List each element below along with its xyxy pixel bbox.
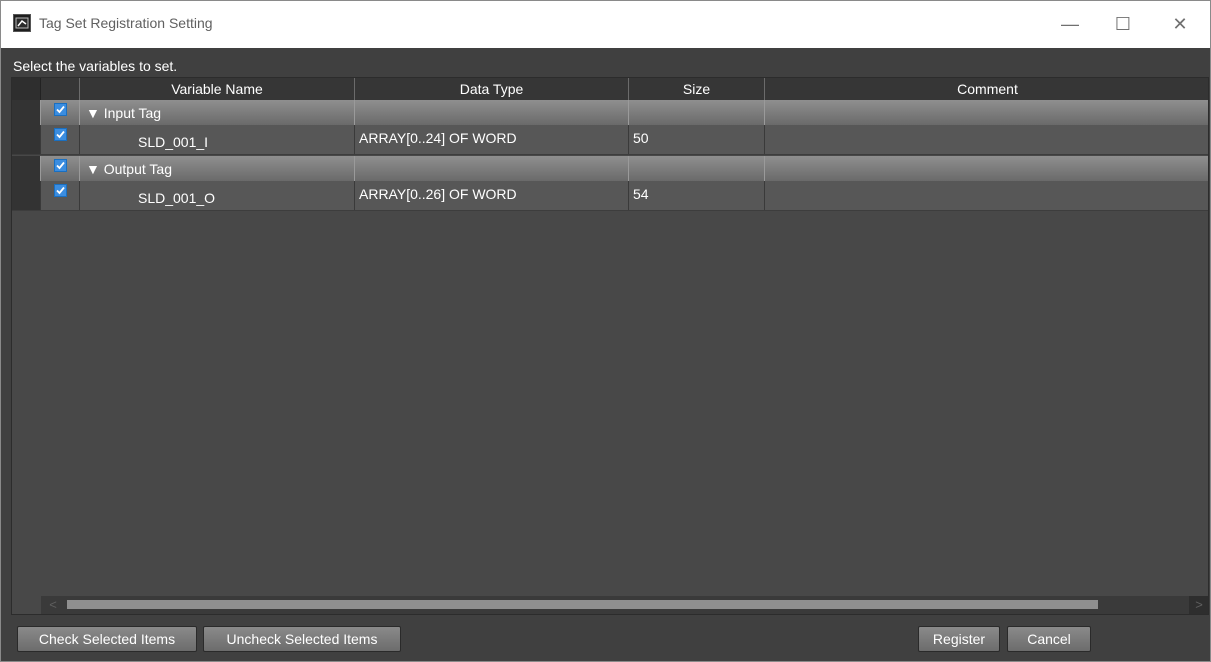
scrollbar-thumb[interactable] [67, 600, 1098, 609]
column-header-comment[interactable]: Comment [765, 78, 1208, 100]
instruction-text: Select the variables to set. [13, 58, 178, 74]
cell-size [629, 156, 765, 181]
column-header-size[interactable]: Size [629, 78, 765, 100]
horizontal-scrollbar[interactable]: < > [41, 596, 1208, 614]
checkmark-icon [54, 129, 66, 140]
cell-data-type [355, 100, 629, 125]
group-row-output-tag[interactable]: ▼ Output Tag [12, 156, 1208, 181]
uncheck-selected-items-button[interactable]: Uncheck Selected Items [203, 626, 401, 652]
checkmark-icon [54, 160, 66, 171]
group-label[interactable]: ▼ Output Tag [80, 156, 355, 181]
group-checkbox-cell[interactable] [41, 100, 80, 125]
variables-grid: Variable Name Data Type Size Comment ▼ I… [11, 77, 1209, 615]
scroll-left-icon[interactable]: < [41, 596, 65, 614]
grid-header: Variable Name Data Type Size Comment [12, 78, 1208, 100]
cell-size[interactable]: 54 [629, 181, 765, 210]
table-row[interactable]: SLD_001_O ARRAY[0..26] OF WORD 54 [12, 181, 1208, 211]
scroll-right-icon[interactable]: > [1189, 596, 1208, 614]
row-checkbox-cell[interactable] [41, 125, 80, 154]
check-selected-items-button[interactable]: Check Selected Items [17, 626, 197, 652]
group-checkbox-cell[interactable] [41, 156, 80, 181]
cell-data-type[interactable]: ARRAY[0..24] OF WORD [355, 125, 629, 154]
minimize-button[interactable]: — [1047, 1, 1093, 48]
cell-size[interactable]: 50 [629, 125, 765, 154]
cell-comment [765, 156, 1208, 181]
checkbox-checked[interactable] [53, 184, 67, 197]
cell-comment[interactable] [765, 125, 1208, 154]
checkbox-checked[interactable] [53, 128, 67, 141]
group-row-input-tag[interactable]: ▼ Input Tag [12, 100, 1208, 125]
maximize-button[interactable]: ☐ [1100, 1, 1146, 48]
window-title: Tag Set Registration Setting [39, 15, 213, 31]
register-button[interactable]: Register [918, 626, 1000, 652]
row-checkbox-cell[interactable] [41, 181, 80, 210]
row-selector[interactable] [12, 100, 41, 125]
column-header-variable-name[interactable]: Variable Name [80, 78, 355, 100]
cancel-button[interactable]: Cancel [1007, 626, 1091, 652]
dialog-window: Tag Set Registration Setting — ☐ ✕ Selec… [0, 0, 1211, 662]
checkbox-checked[interactable] [53, 159, 67, 172]
header-row-selector[interactable] [12, 78, 41, 100]
title-bar[interactable]: Tag Set Registration Setting — ☐ ✕ [1, 1, 1210, 48]
close-button[interactable]: ✕ [1157, 1, 1203, 48]
column-header-data-type[interactable]: Data Type [355, 78, 629, 100]
table-row[interactable]: SLD_001_I ARRAY[0..24] OF WORD 50 [12, 125, 1208, 155]
cell-variable-name[interactable]: SLD_001_I [80, 125, 355, 154]
checkbox-checked[interactable] [53, 103, 67, 116]
cell-size [629, 100, 765, 125]
cell-data-type[interactable]: ARRAY[0..26] OF WORD [355, 181, 629, 210]
group-label[interactable]: ▼ Input Tag [80, 100, 355, 125]
row-selector[interactable] [12, 125, 41, 154]
dialog-content: Select the variables to set. Variable Na… [1, 48, 1210, 661]
header-check-column[interactable] [41, 78, 80, 100]
cell-comment [765, 100, 1208, 125]
cell-comment[interactable] [765, 181, 1208, 210]
row-selector[interactable] [12, 181, 41, 210]
cell-data-type [355, 156, 629, 181]
checkmark-icon [54, 185, 66, 196]
cell-variable-name[interactable]: SLD_001_O [80, 181, 355, 210]
row-selector[interactable] [12, 156, 41, 181]
checkmark-icon [54, 104, 66, 115]
app-icon [13, 14, 31, 32]
